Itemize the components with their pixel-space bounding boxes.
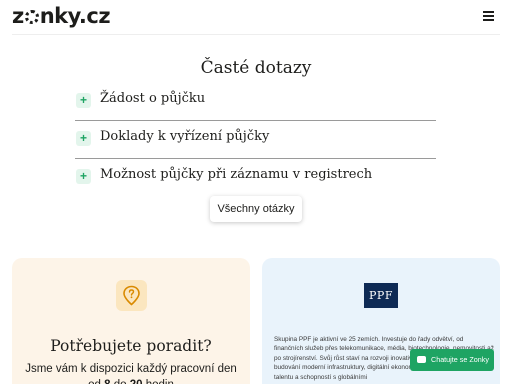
header-divider [12,34,500,35]
faq-item-registers[interactable]: + Možnost půjčky při záznamu v registrec… [75,159,436,197]
all-questions-button[interactable]: Všechny otázky [210,196,302,222]
faq-title: Časté dotazy [200,58,312,78]
location-help-icon [116,280,147,311]
zonky-logo[interactable]: z nky.cz [12,4,111,28]
faq-item-label: Žádost o půjčku [100,91,206,106]
faq-item-label: Doklady k vyřízení půjčky [100,129,270,144]
chat-button[interactable]: Chatujte se Zonky [410,349,494,371]
advice-line-1: Jsme vám k dispozici každý pracovní den [25,363,237,375]
chat-button-label: Chatujte se Zonky [431,355,489,364]
faq-item-label: Možnost půjčky při záznamu v registrech [100,167,373,182]
hour-to: 20 [130,379,143,384]
plus-icon: + [76,131,91,146]
plus-icon: + [76,169,91,184]
plus-icon: + [76,93,91,108]
ppf-logo[interactable]: PPF [364,283,398,308]
advice-line-2: od 8 do 20 hodin [12,377,250,384]
header: z nky.cz [0,0,512,34]
logo-dotted-o-icon [24,10,39,24]
logo-text-end: nky.cz [39,4,111,28]
advice-title: Potřebujete poradit? [50,337,212,355]
advice-card: Potřebujete poradit? Jsme vám k dispozic… [12,258,250,384]
hamburger-menu-icon[interactable] [483,11,494,22]
faq-item-loan-application[interactable]: + Žádost o půjčku [75,83,436,121]
chat-bubble-icon [417,356,426,363]
logo-text-start: z [12,4,24,28]
advice-text: Jsme vám k dispozici každý pracovní den … [12,361,250,384]
faq-item-documents[interactable]: + Doklady k vyřízení půjčky [75,121,436,159]
